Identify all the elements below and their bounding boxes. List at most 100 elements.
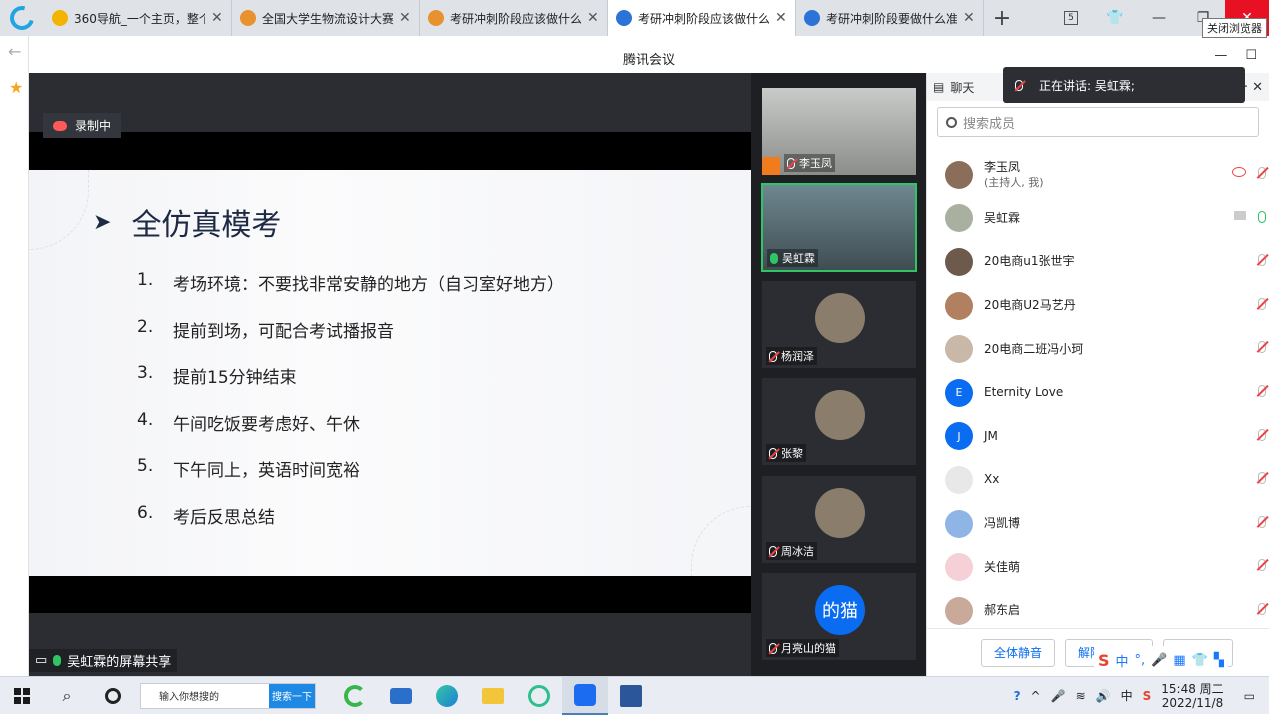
tab-close-icon[interactable]: ✕	[399, 10, 411, 26]
member-name: 20电商U2马艺丹	[984, 298, 1076, 313]
tab-close-icon[interactable]: ✕	[587, 10, 599, 26]
mic-muted-icon[interactable]	[1258, 515, 1266, 528]
tab-title: 考研冲刺阶段要做什么准	[826, 11, 957, 26]
mic-muted-icon[interactable]	[1258, 472, 1266, 485]
mute-all-button[interactable]: 全体静音	[981, 638, 1056, 667]
tray-chevron-icon[interactable]: ^	[1031, 689, 1041, 703]
letterbox-top	[29, 132, 751, 170]
slide-item-text: 考后反思总结	[173, 507, 275, 528]
ime-toolbar[interactable]: S 中 °, 🎤 ▦ 👕 ▚	[1094, 646, 1228, 674]
skin-shirt-icon[interactable]: 👕	[1093, 0, 1137, 36]
file-explorer-icon[interactable]	[470, 677, 516, 715]
browser-tab-2[interactable]: 考研冲刺阶段应该做什么 ✕	[420, 0, 608, 36]
recording-icon	[1232, 167, 1246, 177]
slide-item-number: 4.	[137, 409, 154, 430]
video-tile[interactable]: 张黎	[761, 377, 917, 466]
member-row[interactable]: 冯凯博	[927, 502, 1269, 546]
green-app-icon[interactable]	[516, 677, 562, 715]
volume-icon[interactable]: 🔊	[1096, 689, 1111, 703]
notification-icon[interactable]: ▭	[1244, 689, 1255, 703]
member-row[interactable]: 20电商二班冯小珂	[927, 327, 1269, 371]
member-row[interactable]: Xx	[927, 458, 1269, 502]
meeting-maximize-button[interactable]: ☐	[1245, 48, 1257, 63]
video-tile[interactable]: 李玉凤	[761, 87, 917, 176]
taskbar-search-icon[interactable]: ⌕	[44, 677, 90, 715]
member-row[interactable]: 20电商U2马艺丹	[927, 284, 1269, 328]
tab-close-icon[interactable]: ✕	[211, 10, 223, 26]
windows-taskbar: ⌕ 输入你想搜的 搜索一下 ? ^ 🎤 ≋ 🔊 中 S 15:48 周二 202…	[0, 676, 1269, 715]
slide-item-text: 提前到场，可配合考试播报音	[173, 321, 394, 342]
mic-muted-icon[interactable]	[1258, 254, 1266, 267]
member-row[interactable]: 郝东启	[927, 589, 1269, 633]
member-row[interactable]: 20电商u1张世宇	[927, 240, 1269, 284]
taskbar-search-box[interactable]: 输入你想搜的 搜索一下	[140, 682, 316, 709]
ime-keyboard-icon[interactable]: ▦	[1173, 653, 1185, 668]
tab-favicon-icon	[804, 10, 820, 26]
edge-icon[interactable]	[424, 677, 470, 715]
slide-heading: ➤ 全仿真模考	[93, 200, 281, 244]
cortana-icon[interactable]	[90, 677, 136, 715]
tencent-meeting-icon[interactable]	[562, 676, 608, 715]
browser-side-strip: ← ★	[0, 36, 29, 676]
mic-muted-icon[interactable]	[1258, 384, 1266, 397]
browser-tab-4[interactable]: 考研冲刺阶段要做什么准 ✕	[796, 0, 984, 36]
member-name: 冯凯博	[984, 516, 1021, 531]
browser-tab-0[interactable]: 360导航_一个主页，整个 ✕	[44, 0, 232, 36]
ime-lang[interactable]: 中	[1116, 651, 1129, 670]
tab-count-button[interactable]: 5	[1049, 0, 1093, 36]
slide-list-item: 2. 提前到场，可配合考试播报音	[137, 317, 564, 364]
start-button[interactable]	[0, 687, 44, 704]
sharer-label: ▭ 吴虹霖的屏幕共享	[29, 649, 178, 672]
member-row[interactable]: E Eternity Love	[927, 371, 1269, 415]
member-row[interactable]: 吴虹霖	[927, 197, 1269, 241]
help-icon[interactable]: ?	[1014, 689, 1021, 703]
ime-punct[interactable]: °,	[1135, 653, 1146, 668]
taskbar-search-placeholder: 输入你想搜的	[159, 692, 219, 703]
avatar	[815, 293, 865, 343]
member-search-input[interactable]: 搜索成员	[937, 107, 1259, 137]
mail-icon[interactable]	[378, 677, 424, 715]
cloud-record-icon	[53, 120, 67, 131]
new-tab-button[interactable]: +	[984, 6, 1020, 31]
tab-close-icon[interactable]: ✕	[963, 10, 975, 26]
recording-badge[interactable]: 录制中	[43, 113, 122, 138]
minimize-button[interactable]: —	[1137, 0, 1181, 36]
mic-muted-icon[interactable]	[1258, 559, 1266, 572]
taskbar-search-button[interactable]: 搜索一下	[269, 683, 315, 708]
browser-tab-1[interactable]: 全国大学生物流设计大赛 ✕	[232, 0, 420, 36]
member-row[interactable]: 李玉凤 (主持人, 我)	[927, 153, 1269, 197]
video-tile[interactable]: 杨润泽	[761, 280, 917, 369]
tab-close-icon[interactable]: ✕	[775, 10, 787, 26]
mic-muted-icon[interactable]	[1258, 167, 1266, 179]
tray-ime[interactable]: 中	[1121, 687, 1133, 704]
meeting-minimize-button[interactable]: —	[1214, 48, 1227, 63]
ie-browser-icon[interactable]	[332, 677, 378, 715]
mic-on-icon[interactable]	[1258, 210, 1266, 223]
ime-menu-icon[interactable]: ▚	[1214, 653, 1224, 668]
member-row[interactable]: 关佳萌	[927, 545, 1269, 589]
chat-tab[interactable]: 聊天	[950, 79, 974, 96]
mic-muted-icon[interactable]	[1258, 341, 1266, 354]
member-row[interactable]: J JM	[927, 415, 1269, 459]
sogou-tray-icon[interactable]: S	[1143, 689, 1152, 703]
mic-muted-icon[interactable]	[1258, 297, 1266, 310]
mic-muted-icon[interactable]	[1258, 428, 1266, 441]
member-name: 郝东启	[984, 603, 1021, 618]
tile-name-label: 月亮山的猫	[766, 639, 839, 657]
clock[interactable]: 15:48 周二 2022/11/8	[1161, 682, 1223, 710]
video-tile[interactable]: 周冰洁	[761, 475, 917, 564]
mic-muted-icon	[769, 350, 777, 362]
wifi-icon[interactable]: ≋	[1076, 689, 1086, 703]
favorite-star-icon[interactable]: ★	[9, 78, 23, 97]
tray-mic-icon[interactable]: 🎤	[1051, 689, 1066, 703]
mic-muted-icon[interactable]	[1258, 602, 1266, 615]
video-tile[interactable]: 的猫 月亮山的猫	[761, 572, 917, 661]
ime-mic-icon[interactable]: 🎤	[1151, 653, 1167, 668]
presentation-slide: ➤ 全仿真模考 1. 考场环境：不要找非常安静的地方（自习室好地方） 2. 提前到场，…	[29, 170, 751, 576]
back-arrow-icon[interactable]: ←	[8, 42, 21, 61]
video-tile[interactable]: 吴虹霖	[761, 183, 917, 272]
browser-tab-3[interactable]: 考研冲刺阶段应该做什么 ✕	[608, 0, 796, 36]
browser-logo-icon[interactable]	[0, 0, 44, 36]
word-icon[interactable]	[608, 677, 654, 715]
ime-skin-icon[interactable]: 👕	[1192, 653, 1208, 668]
